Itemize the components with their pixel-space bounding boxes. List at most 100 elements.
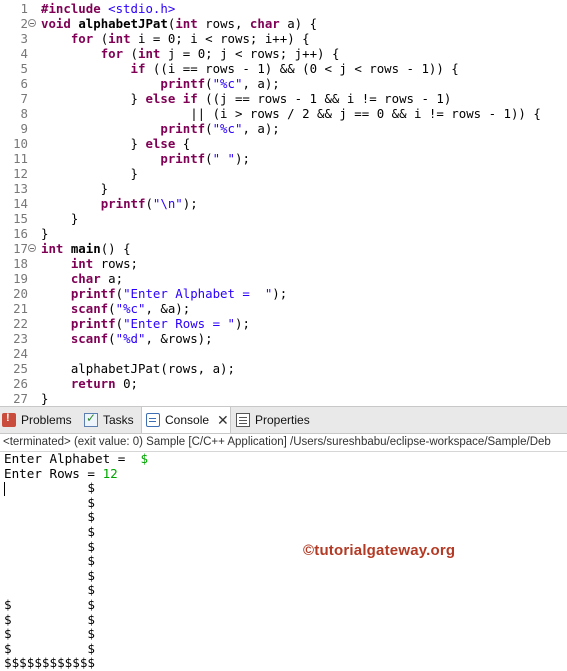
code-editor[interactable]: 1 #include <stdio.h> 2 void alphabetJPat(in… bbox=[0, 0, 567, 406]
code-line[interactable]: 24 bbox=[0, 346, 567, 361]
code-token: alphabetJPat(rows, a); bbox=[41, 361, 235, 376]
code-line[interactable]: 4 for (int j = 0; j < rows; j++) { bbox=[0, 46, 567, 61]
tab-properties-label: Properties bbox=[255, 413, 310, 427]
code-text: char a; bbox=[41, 271, 123, 286]
code-text: } bbox=[41, 181, 108, 196]
line-number: 26 bbox=[13, 376, 28, 391]
prompt-alphabet-text: Enter Alphabet = bbox=[4, 451, 141, 466]
code-token: "Enter Alphabet = " bbox=[123, 286, 273, 301]
code-line[interactable]: 19 char a; bbox=[0, 271, 567, 286]
code-text: } else if ((j == rows - 1 && i != rows -… bbox=[41, 91, 452, 106]
output-line: $ bbox=[4, 509, 95, 525]
problems-icon bbox=[2, 412, 16, 427]
code-line[interactable]: 27} bbox=[0, 391, 567, 406]
code-line[interactable]: 3 for (int i = 0; i < rows; i++) { bbox=[0, 31, 567, 46]
code-text: || (i > rows / 2 && j == 0 && i != rows … bbox=[41, 106, 541, 121]
code-line[interactable]: 15 } bbox=[0, 211, 567, 226]
code-line[interactable]: 11 printf(" "); bbox=[0, 151, 567, 166]
code-token: int bbox=[41, 241, 71, 256]
code-token: } bbox=[41, 91, 146, 106]
code-text: printf("%c", a); bbox=[41, 121, 279, 136]
code-line[interactable]: 20 printf("Enter Alphabet = "); bbox=[0, 286, 567, 301]
code-text: } else { bbox=[41, 136, 191, 151]
tasks-icon bbox=[84, 411, 98, 427]
code-token: main bbox=[70, 241, 101, 256]
tab-console[interactable]: Console ✕ bbox=[141, 407, 231, 433]
code-token: int bbox=[70, 256, 94, 271]
code-line[interactable]: 23 scanf("%d", &rows); bbox=[0, 331, 567, 346]
code-token: ); bbox=[272, 286, 288, 301]
console-output[interactable]: Enter Alphabet = $ Enter Rows = 12 $ $ $… bbox=[0, 451, 567, 670]
code-line[interactable]: 17 int main() { bbox=[0, 241, 567, 256]
console-status-line: <terminated> (exit value: 0) Sample [C/C… bbox=[0, 434, 567, 452]
code-line[interactable]: 14 printf("\n"); bbox=[0, 196, 567, 211]
code-token: #include bbox=[41, 1, 109, 16]
code-text: void alphabetJPat(int rows, char a) { bbox=[41, 16, 317, 31]
line-number: 18 bbox=[13, 256, 28, 271]
output-line: $ bbox=[4, 582, 95, 598]
code-token: || (i > rows / 2 && j == 0 && i != rows … bbox=[41, 106, 541, 121]
code-token: for bbox=[70, 31, 94, 46]
code-token: int bbox=[108, 31, 131, 46]
code-token: { bbox=[175, 136, 191, 151]
code-token: else if bbox=[145, 91, 198, 106]
line-number: 6 bbox=[20, 76, 28, 91]
line-number: 21 bbox=[13, 301, 28, 316]
code-token: rows, bbox=[197, 16, 250, 31]
fold-toggle-icon[interactable] bbox=[28, 244, 36, 252]
code-token: ( bbox=[108, 331, 116, 346]
code-line[interactable]: 10 } else { bbox=[0, 136, 567, 151]
code-token: scanf bbox=[70, 301, 109, 316]
line-number: 11 bbox=[13, 151, 28, 166]
code-text: scanf("%d", &rows); bbox=[41, 331, 213, 346]
code-line[interactable]: 18 int rows; bbox=[0, 256, 567, 271]
code-text: #include <stdio.h> bbox=[41, 1, 175, 16]
line-number: 25 bbox=[13, 361, 28, 376]
code-line[interactable]: 22 printf("Enter Rows = "); bbox=[0, 316, 567, 331]
line-number: 20 bbox=[13, 286, 28, 301]
code-token: "%c" bbox=[212, 76, 243, 91]
code-line[interactable]: 21 scanf("%c", &a); bbox=[0, 301, 567, 316]
code-text: printf("\n"); bbox=[41, 196, 198, 211]
code-token: "%d" bbox=[115, 331, 146, 346]
fold-toggle-icon[interactable] bbox=[28, 19, 36, 27]
tab-problems[interactable]: Problems bbox=[2, 407, 78, 433]
code-line[interactable]: 12 } bbox=[0, 166, 567, 181]
code-text: scanf("%c", &a); bbox=[41, 301, 190, 316]
code-token: printf bbox=[160, 76, 206, 91]
code-line[interactable]: 2 void alphabetJPat(int rows, char a) { bbox=[0, 16, 567, 31]
output-line: $ bbox=[4, 480, 95, 496]
tab-tasks[interactable]: Tasks bbox=[84, 407, 140, 433]
code-token: "%c" bbox=[115, 301, 146, 316]
code-text: } bbox=[41, 226, 48, 241]
line-number: 16 bbox=[13, 226, 28, 241]
line-number: 7 bbox=[20, 91, 28, 106]
code-text: int main() { bbox=[41, 241, 131, 256]
code-line[interactable]: 8 || (i > rows / 2 && j == 0 && i != row… bbox=[0, 106, 567, 121]
output-line: $ bbox=[4, 538, 95, 554]
code-token: ); bbox=[182, 196, 198, 211]
tab-properties[interactable]: Properties bbox=[236, 407, 316, 433]
close-icon[interactable]: ✕ bbox=[217, 412, 229, 429]
code-line[interactable]: 26 return 0; bbox=[0, 376, 567, 391]
code-line[interactable]: 25 alphabetJPat(rows, a); bbox=[0, 361, 567, 376]
code-line[interactable]: 7 } else if ((j == rows - 1 && i != rows… bbox=[0, 91, 567, 106]
code-line[interactable]: 6 printf("%c", a); bbox=[0, 76, 567, 91]
code-line[interactable]: 1 #include <stdio.h> bbox=[0, 1, 567, 16]
code-line[interactable]: 9 printf("%c", a); bbox=[0, 121, 567, 136]
code-line[interactable]: 16} bbox=[0, 226, 567, 241]
prompt-rows-text: Enter Rows = bbox=[4, 465, 103, 481]
code-token: return bbox=[70, 376, 116, 391]
code-line[interactable]: 13 } bbox=[0, 181, 567, 196]
console-prompt-alphabet: Enter Alphabet = $ bbox=[4, 451, 148, 467]
line-number: 4 bbox=[20, 46, 28, 61]
code-line[interactable]: 5 if ((i == rows - 1) && (0 < j < rows -… bbox=[0, 61, 567, 76]
code-text: } bbox=[41, 391, 48, 406]
code-token: 0; bbox=[115, 376, 138, 391]
line-number: 1 bbox=[20, 1, 28, 16]
